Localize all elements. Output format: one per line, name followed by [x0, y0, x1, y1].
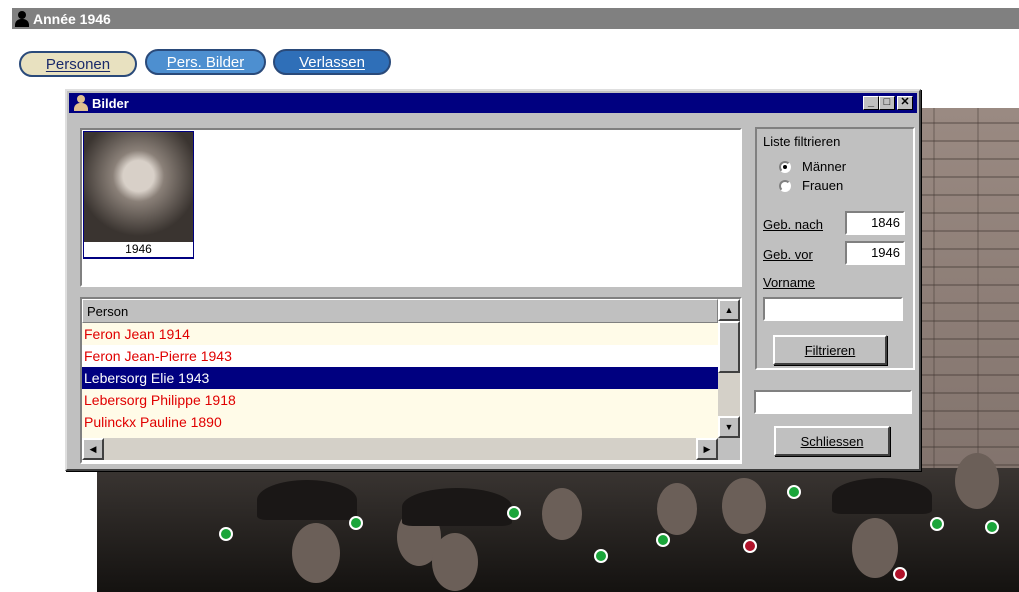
scroll-thumb[interactable]: [718, 321, 740, 373]
person-marker[interactable]: [507, 506, 521, 520]
firstname-field[interactable]: [763, 297, 903, 321]
scroll-down-icon[interactable]: ▼: [718, 416, 740, 438]
dialog-title: Bilder: [92, 95, 129, 111]
radio-frauen-label[interactable]: Frauen: [802, 178, 843, 193]
scroll-left-icon[interactable]: ◀: [82, 438, 104, 460]
person-marker[interactable]: [656, 533, 670, 547]
face: [955, 453, 999, 509]
firstname-label: Vorname: [763, 275, 816, 290]
person-marker[interactable]: [743, 539, 757, 553]
filter-panel: Liste filtrieren Männer Frauen Geb. nach…: [755, 127, 915, 370]
pers-bilder-button[interactable]: Pers. Bilder: [145, 49, 266, 75]
person-marker[interactable]: [985, 520, 999, 534]
scroll-corner: [718, 438, 740, 460]
hat: [832, 478, 932, 514]
list-header-person[interactable]: Person: [82, 299, 718, 323]
person-marker[interactable]: [893, 567, 907, 581]
close-icon[interactable]: ✕: [897, 96, 913, 110]
person-marker[interactable]: [594, 549, 608, 563]
window-title: Année 1946: [33, 10, 111, 27]
list-item[interactable]: Pulinckx Pauline 1890: [82, 411, 718, 438]
list-item[interactable]: Feron Jean 1914: [82, 323, 718, 345]
dialog-titlebar[interactable]: Bilder _ □ ✕: [69, 93, 917, 113]
face: [657, 483, 697, 535]
photo-thumbnail[interactable]: 1946: [83, 131, 194, 259]
filtrieren-label: Filtrieren: [804, 342, 856, 358]
person-marker[interactable]: [349, 516, 363, 530]
radio-frauen[interactable]: [779, 180, 791, 192]
schliessen-label: Schliessen: [800, 433, 864, 449]
list-item[interactable]: Feron Jean-Pierre 1943: [82, 345, 718, 367]
born-after-label: Geb. nach: [763, 217, 823, 232]
status-field[interactable]: [754, 390, 912, 414]
person-marker[interactable]: [930, 517, 944, 531]
horizontal-scrollbar[interactable]: ◀ ▶: [82, 438, 718, 460]
maximize-button[interactable]: □: [879, 96, 895, 110]
person-marker[interactable]: [219, 527, 233, 541]
face: [292, 523, 340, 583]
face: [432, 533, 478, 591]
thumbnail-image: [84, 132, 193, 242]
born-before-label: Geb. vor: [763, 247, 813, 262]
verlassen-button[interactable]: Verlassen: [273, 49, 391, 75]
person-icon: [14, 10, 30, 27]
person-list: Person Feron Jean 1914 Feron Jean-Pierre…: [80, 297, 742, 464]
face: [852, 518, 898, 578]
hat: [402, 488, 512, 526]
thumbnail-panel: 1946: [80, 128, 742, 287]
list-item[interactable]: Lebersorg Philippe 1918: [82, 389, 718, 411]
filter-title: Liste filtrieren: [763, 134, 841, 149]
filtrieren-button[interactable]: Filtrieren: [773, 335, 887, 365]
hat: [257, 480, 357, 520]
face: [722, 478, 766, 534]
born-before-field[interactable]: 1946: [845, 241, 905, 265]
bilder-dialog: Bilder _ □ ✕ 1946 Person Feron Jean 1914…: [65, 89, 921, 471]
radio-maenner[interactable]: [779, 161, 791, 173]
radio-maenner-label[interactable]: Männer: [802, 159, 846, 174]
schliessen-button[interactable]: Schliessen: [774, 426, 890, 456]
scroll-right-icon[interactable]: ▶: [696, 438, 718, 460]
vertical-scrollbar[interactable]: ▲ ▼: [718, 299, 740, 438]
person-marker[interactable]: [787, 485, 801, 499]
personen-button[interactable]: Personen: [19, 51, 137, 77]
face: [542, 488, 582, 540]
born-after-field[interactable]: 1846: [845, 211, 905, 235]
scroll-track[interactable]: [104, 438, 696, 460]
thumbnail-caption: 1946: [125, 242, 152, 256]
window-titlebar: Année 1946: [12, 8, 1019, 29]
list-item-selected[interactable]: Lebersorg Elie 1943: [82, 367, 718, 389]
minimize-button[interactable]: _: [863, 96, 879, 110]
person-icon: [73, 95, 89, 111]
scroll-up-icon[interactable]: ▲: [718, 299, 740, 321]
